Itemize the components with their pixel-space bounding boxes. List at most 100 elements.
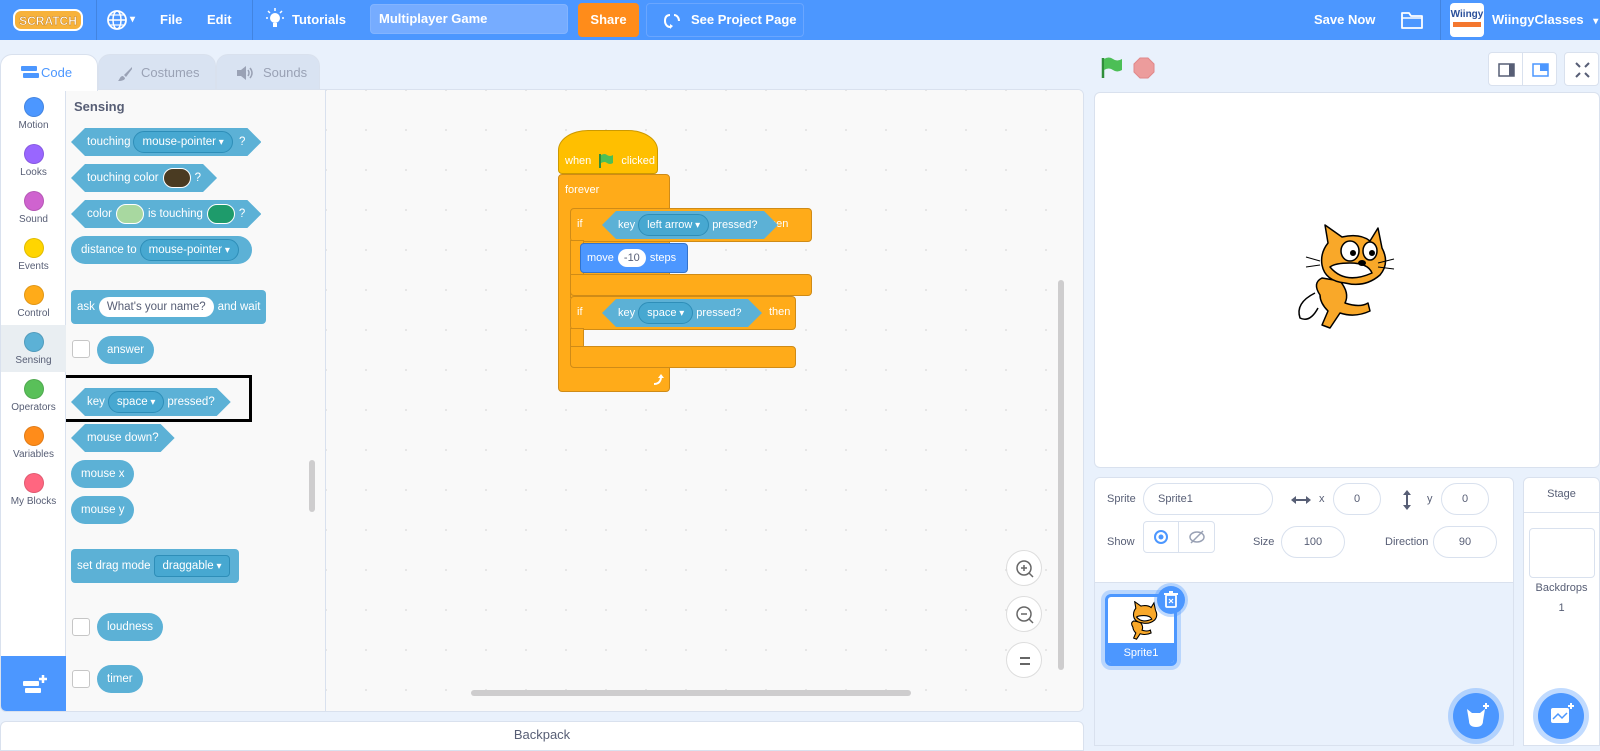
block-ask-and-wait[interactable]: ask What's your name? and wait xyxy=(71,290,267,324)
block-mouse-x[interactable]: mouse x xyxy=(71,460,135,488)
category-looks[interactable]: Looks xyxy=(1,137,66,184)
tab-sounds[interactable]: Sounds xyxy=(216,54,320,90)
block-text: ? xyxy=(238,208,246,220)
tutorials-button[interactable]: Tutorials xyxy=(264,0,354,40)
show-visible-button[interactable] xyxy=(1144,522,1179,552)
file-menu[interactable]: File xyxy=(160,0,182,40)
fullscreen-button[interactable] xyxy=(1564,52,1599,86)
folder-icon[interactable] xyxy=(1400,9,1424,31)
project-title-input[interactable]: Multiplayer Game xyxy=(370,4,568,34)
language-menu[interactable]: ▾ xyxy=(106,0,142,40)
key-menu[interactable]: space xyxy=(638,302,693,324)
stop-icon[interactable] xyxy=(1132,56,1156,80)
scratch-logo[interactable]: SCRATCH xyxy=(12,8,84,32)
workspace-horizontal-scrollbar[interactable] xyxy=(471,690,911,696)
block-key-left-arrow-pressed[interactable]: keyleft arrowpressed? xyxy=(602,211,778,239)
block-loudness[interactable]: loudness xyxy=(97,613,164,641)
block-touching[interactable]: touchingmouse-pointer ? xyxy=(71,128,261,156)
x-position-input[interactable]: 0 xyxy=(1333,483,1381,515)
distance-menu[interactable]: mouse-pointer xyxy=(139,238,239,261)
touching-menu[interactable]: mouse-pointer xyxy=(133,131,232,153)
share-button[interactable]: Share xyxy=(578,3,639,37)
ask-input[interactable]: What's your name? xyxy=(98,296,214,317)
category-sound[interactable]: Sound xyxy=(1,184,66,231)
add-backdrop-button[interactable] xyxy=(1538,693,1584,739)
normal-stage-button[interactable] xyxy=(1522,52,1557,86)
loop-arrow-icon xyxy=(653,374,664,385)
tab-code-label: Code xyxy=(41,65,73,80)
key-menu[interactable]: left arrow xyxy=(638,214,709,236)
backpack[interactable]: Backpack xyxy=(0,721,1084,751)
sprite-name-input[interactable]: Sprite1 xyxy=(1143,483,1273,515)
color-swatch[interactable] xyxy=(163,168,191,188)
direction-input[interactable]: 90 xyxy=(1433,526,1497,558)
y-position-input[interactable]: 0 xyxy=(1441,483,1489,515)
block-move-steps[interactable]: move -10 steps xyxy=(580,243,688,273)
block-color-is-touching[interactable]: color is touching? xyxy=(71,200,261,228)
add-sprite-button[interactable] xyxy=(1453,693,1499,739)
normal-stage-icon xyxy=(1532,63,1549,77)
save-now-button[interactable]: Save Now xyxy=(1314,0,1375,40)
category-my-blocks[interactable]: My Blocks xyxy=(1,466,66,513)
chevron-down-icon: ▾ xyxy=(130,14,136,25)
category-motion[interactable]: Motion xyxy=(1,90,66,137)
size-input[interactable]: 100 xyxy=(1281,526,1345,558)
answer-checkbox[interactable] xyxy=(72,340,90,358)
green-flag-icon[interactable] xyxy=(1100,56,1124,80)
see-project-page-button[interactable]: See Project Page xyxy=(646,3,804,37)
stage-canvas[interactable] xyxy=(1094,92,1600,468)
block-text: pressed? xyxy=(167,396,215,408)
block-set-drag-mode[interactable]: set drag mode draggable xyxy=(71,549,240,583)
zoom-in-button[interactable] xyxy=(1006,550,1042,586)
delete-sprite-button[interactable] xyxy=(1157,586,1185,614)
color-swatch[interactable] xyxy=(116,204,144,224)
zoom-out-button[interactable] xyxy=(1006,596,1042,632)
small-stage-button[interactable] xyxy=(1488,52,1523,86)
category-variables[interactable]: Variables xyxy=(1,419,66,466)
category-menu: Motion Looks Sound Events Control Sensin… xyxy=(1,90,66,656)
block-distance-to[interactable]: distance to mouse-pointer xyxy=(71,236,252,264)
block-text: clicked xyxy=(621,154,656,167)
looks-dot-icon xyxy=(23,144,44,164)
show-hidden-button[interactable] xyxy=(1180,522,1215,552)
block-answer[interactable]: answer xyxy=(97,336,155,364)
block-mouse-down[interactable]: mouse down? xyxy=(71,424,175,452)
add-extension-button[interactable] xyxy=(1,656,66,711)
avatar[interactable]: Wiingy xyxy=(1450,3,1484,37)
stage-thumbnail[interactable] xyxy=(1529,528,1595,578)
color-swatch[interactable] xyxy=(207,204,235,224)
x-label: x xyxy=(1319,493,1325,505)
loudness-checkbox[interactable] xyxy=(72,618,90,636)
tab-code[interactable]: Code xyxy=(0,54,98,91)
cat-sprite[interactable] xyxy=(1290,223,1400,333)
block-touching-color[interactable]: touching color? xyxy=(71,164,217,192)
workspace-vertical-scrollbar[interactable] xyxy=(1058,280,1064,670)
cat-thumbnail xyxy=(1131,601,1158,640)
move-steps-input[interactable]: -10 xyxy=(617,249,646,268)
timer-checkbox[interactable] xyxy=(72,670,90,688)
category-control[interactable]: Control xyxy=(1,278,66,325)
if-footer xyxy=(570,274,812,296)
edit-menu[interactable]: Edit xyxy=(207,0,232,40)
block-key-pressed[interactable]: keyspacepressed? xyxy=(71,388,231,416)
category-events[interactable]: Events xyxy=(1,231,66,278)
zoom-reset-button[interactable] xyxy=(1006,642,1042,678)
block-key-space-pressed[interactable]: keyspacepressed? xyxy=(602,299,762,327)
account-menu[interactable]: WiingyClasses ▾ xyxy=(1492,0,1598,40)
category-sensing[interactable]: Sensing xyxy=(1,325,66,372)
block-mouse-y[interactable]: mouse y xyxy=(71,496,135,524)
key-menu[interactable]: space xyxy=(108,391,165,413)
block-when-flag-clicked[interactable]: when clicked xyxy=(558,130,658,174)
small-stage-icon xyxy=(1498,63,1515,77)
tab-costumes[interactable]: Costumes xyxy=(98,54,216,90)
palette-scrollbar[interactable] xyxy=(309,460,315,512)
add-extension-icon xyxy=(23,675,47,693)
block-timer[interactable]: timer xyxy=(97,665,143,693)
drag-mode-menu[interactable]: draggable xyxy=(153,554,231,577)
stage-selector: Stage Backdrops 1 xyxy=(1523,477,1600,746)
empty-slot xyxy=(584,330,794,346)
category-operators[interactable]: Operators xyxy=(1,372,66,419)
script-workspace[interactable]: when clicked forever if then key left arr… xyxy=(326,90,1083,711)
block-text: is touching xyxy=(147,208,203,220)
block-text: key xyxy=(618,307,636,319)
